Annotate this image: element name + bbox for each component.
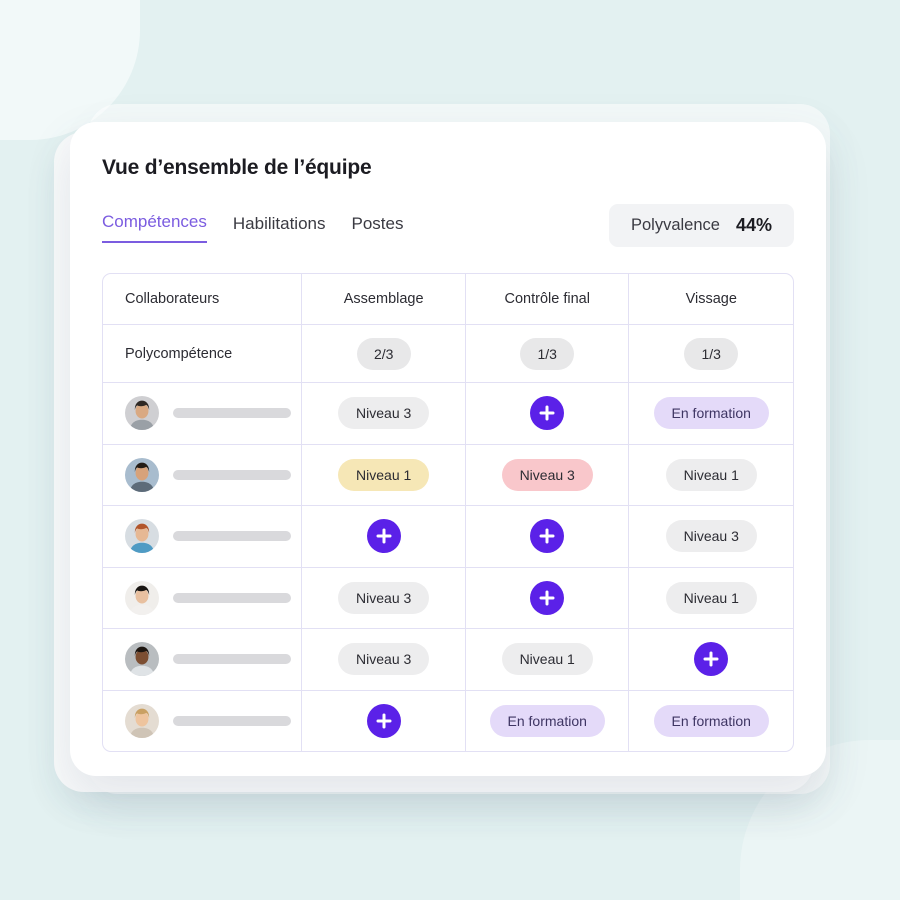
collaborator-cell bbox=[103, 506, 303, 567]
polycompetence-cell-vissage: 1/3 bbox=[629, 325, 793, 382]
skill-cell-controle-final[interactable]: En formation bbox=[466, 690, 630, 751]
add-skill-button[interactable] bbox=[530, 519, 565, 554]
tabs-row: Compétences Habilitations Postes Polyval… bbox=[102, 204, 794, 251]
skill-cell-vissage[interactable]: Niveau 3 bbox=[629, 506, 793, 567]
collaborator-name-placeholder bbox=[173, 469, 291, 480]
add-skill-button[interactable] bbox=[530, 580, 565, 615]
avatar bbox=[125, 703, 159, 738]
skill-cell-controle-final[interactable] bbox=[466, 506, 630, 567]
skill-cell-assemblage[interactable]: Niveau 3 bbox=[302, 567, 466, 628]
add-skill-button[interactable] bbox=[366, 519, 401, 554]
polycompetence-label: Polycompétence bbox=[125, 345, 233, 362]
level-badge: Niveau 1 bbox=[665, 581, 757, 614]
skill-cell-assemblage[interactable] bbox=[302, 506, 466, 567]
column-header-controle-final: Contrôle final bbox=[466, 274, 630, 324]
level-badge: Niveau 1 bbox=[338, 458, 430, 491]
tab-list: Compétences Habilitations Postes bbox=[102, 212, 403, 243]
column-header-assemblage: Assemblage bbox=[302, 274, 466, 324]
avatar bbox=[125, 457, 159, 492]
skill-cell-vissage[interactable]: Niveau 1 bbox=[629, 445, 793, 506]
skills-table: Collaborateurs Assemblage Contrôle final… bbox=[102, 273, 794, 752]
level-badge: Niveau 3 bbox=[338, 397, 430, 430]
polycompetence-label-cell: Polycompétence bbox=[103, 325, 303, 382]
ratio-badge: 1/3 bbox=[684, 337, 739, 370]
avatar bbox=[125, 642, 159, 677]
collaborator-cell bbox=[103, 567, 303, 628]
skill-cell-assemblage[interactable] bbox=[302, 690, 466, 751]
skill-cell-controle-final[interactable] bbox=[466, 383, 630, 444]
polycompetence-cell-controle-final: 1/3 bbox=[466, 325, 630, 382]
collaborator-cell bbox=[103, 383, 303, 444]
table-row: Niveau 3 Niveau 1 bbox=[103, 629, 793, 691]
level-badge: Niveau 3 bbox=[665, 520, 757, 553]
collaborator-name-placeholder bbox=[173, 531, 291, 542]
tab-postes[interactable]: Postes bbox=[352, 214, 404, 243]
avatar bbox=[125, 396, 159, 431]
polycompetence-cell-assemblage: 2/3 bbox=[302, 325, 466, 382]
screenshot-stage: Vue d’ensemble de l’équipe Compétences H… bbox=[0, 0, 900, 900]
add-skill-button[interactable] bbox=[694, 642, 729, 677]
collaborator-name-placeholder bbox=[173, 408, 291, 419]
collaborator-name-placeholder bbox=[173, 592, 291, 603]
ratio-badge: 2/3 bbox=[356, 337, 411, 370]
level-badge: En formation bbox=[489, 704, 605, 737]
skill-cell-vissage[interactable]: En formation bbox=[629, 383, 793, 444]
skill-cell-assemblage[interactable]: Niveau 3 bbox=[302, 629, 466, 690]
skill-cell-assemblage[interactable]: Niveau 3 bbox=[302, 383, 466, 444]
level-badge: Niveau 3 bbox=[501, 458, 593, 491]
polyvalence-label: Polyvalence bbox=[630, 216, 720, 234]
polyvalence-badge: Polyvalence 44% bbox=[608, 204, 794, 247]
tab-habilitations[interactable]: Habilitations bbox=[233, 214, 326, 243]
add-skill-button[interactable] bbox=[530, 396, 565, 431]
table-row: Niveau 3 Niveau 1 bbox=[103, 567, 793, 629]
page-title: Vue d’ensemble de l’équipe bbox=[102, 156, 372, 179]
table-row: Niveau 3 En formation bbox=[103, 383, 793, 445]
table-row: Niveau 1 Niveau 3 Niveau 1 bbox=[103, 444, 793, 506]
polycompetence-row: Polycompétence 2/3 1/3 1/3 bbox=[103, 325, 793, 383]
tab-competences[interactable]: Compétences bbox=[102, 212, 207, 243]
level-badge: Niveau 3 bbox=[338, 581, 430, 614]
level-badge: En formation bbox=[653, 397, 769, 430]
add-skill-button[interactable] bbox=[366, 703, 401, 738]
avatar bbox=[125, 580, 159, 615]
collaborator-name-placeholder bbox=[173, 715, 291, 726]
table-row: Niveau 3 bbox=[103, 506, 793, 568]
collaborator-cell bbox=[103, 690, 303, 751]
collaborator-cell bbox=[103, 444, 303, 505]
table-body: Niveau 3 En formation Niveau 1 Niveau 3 Nive… bbox=[103, 383, 793, 751]
table-header-row: Collaborateurs Assemblage Contrôle final… bbox=[103, 274, 793, 325]
column-header-label: Vissage bbox=[685, 291, 737, 307]
level-badge: En formation bbox=[653, 704, 769, 737]
team-overview-card: Vue d’ensemble de l’équipe Compétences H… bbox=[70, 122, 826, 776]
level-badge: Niveau 1 bbox=[665, 458, 757, 491]
ratio-badge: 1/3 bbox=[520, 337, 575, 370]
collaborator-name-placeholder bbox=[173, 654, 291, 665]
table-row: En formation En formation bbox=[103, 690, 793, 752]
skill-cell-vissage[interactable] bbox=[629, 629, 793, 690]
skill-cell-vissage[interactable]: En formation bbox=[629, 691, 793, 752]
column-header-label: Assemblage bbox=[343, 291, 424, 307]
avatar bbox=[125, 519, 159, 554]
skill-cell-assemblage[interactable]: Niveau 1 bbox=[302, 444, 466, 505]
skill-cell-controle-final[interactable]: Niveau 3 bbox=[466, 444, 630, 505]
polyvalence-value: 44% bbox=[735, 215, 772, 235]
skill-cell-controle-final[interactable]: Niveau 1 bbox=[466, 629, 630, 690]
column-header-label: Collaborateurs bbox=[125, 291, 220, 307]
level-badge: Niveau 1 bbox=[501, 643, 593, 676]
column-header-vissage: Vissage bbox=[629, 274, 793, 324]
level-badge: Niveau 3 bbox=[338, 643, 430, 676]
collaborator-cell bbox=[103, 629, 303, 690]
skill-cell-vissage[interactable]: Niveau 1 bbox=[629, 568, 793, 629]
column-header-collaborateurs: Collaborateurs bbox=[103, 274, 303, 324]
column-header-label: Contrôle final bbox=[504, 291, 590, 307]
skill-cell-controle-final[interactable] bbox=[466, 567, 630, 628]
